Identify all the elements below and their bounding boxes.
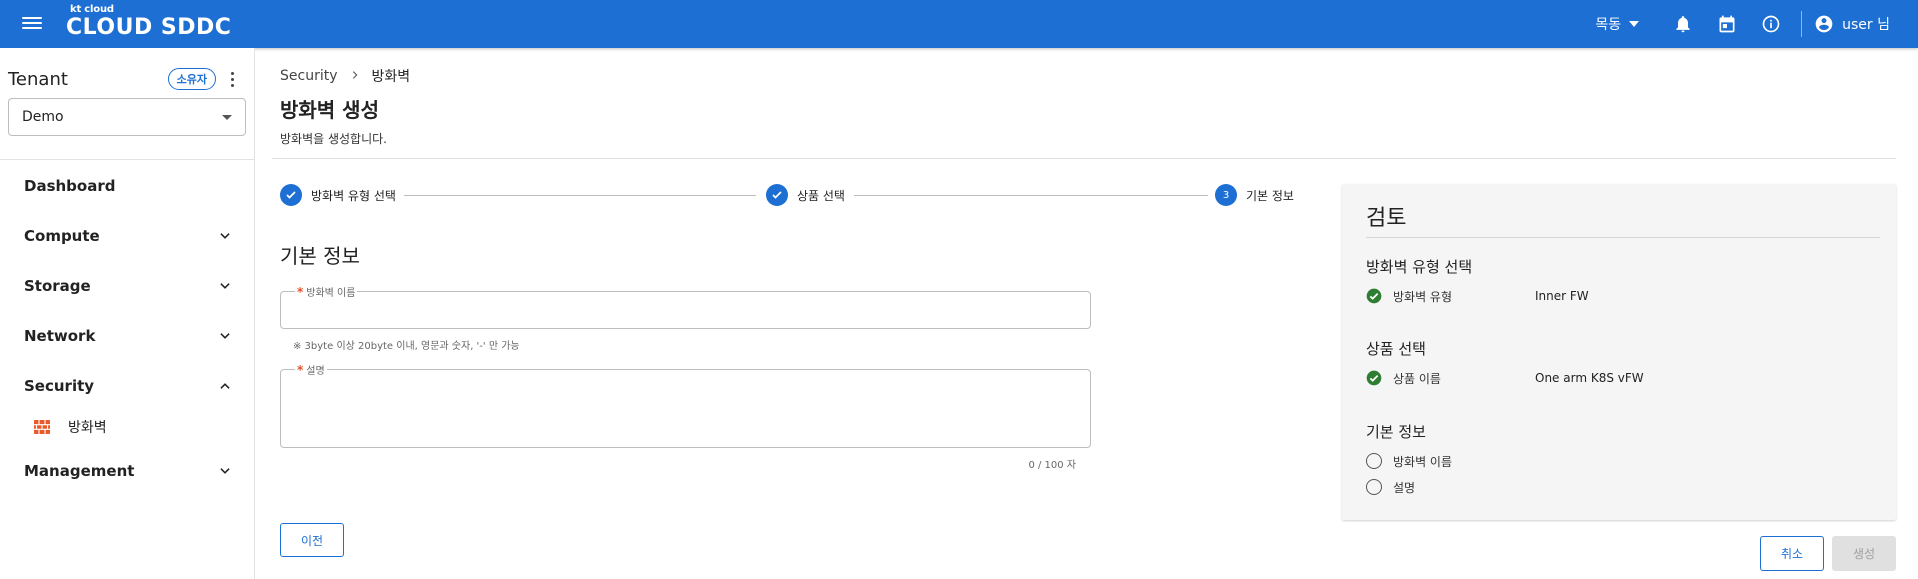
review-key: 방화벽 유형	[1393, 289, 1453, 304]
step-label: 상품 선택	[797, 188, 845, 203]
firewall-name-field: * 방화벽 이름	[280, 284, 1091, 329]
form-section-title: 기본 정보	[280, 244, 360, 268]
caret-down-icon	[222, 114, 232, 120]
sidebar-divider	[0, 159, 255, 160]
description-input[interactable]	[281, 370, 1090, 447]
sidebar-item-label: Dashboard	[24, 177, 116, 195]
step-label: 방화벽 유형 선택	[311, 188, 396, 203]
review-row: 방화벽 유형 Inner FW	[1366, 287, 1589, 305]
check-circle-icon	[1366, 288, 1382, 304]
sidebar-item-label: Storage	[24, 277, 91, 295]
review-section-title: 기본 정보	[1366, 423, 1426, 441]
sidebar-item-security[interactable]: Security	[24, 374, 232, 398]
owner-badge: 소유자	[167, 68, 216, 90]
check-icon	[766, 184, 788, 206]
sidebar-item-network[interactable]: Network	[24, 324, 232, 348]
review-row: 방화벽 이름	[1366, 452, 1535, 470]
review-row: 상품 이름 One arm K8S vFW	[1366, 369, 1644, 387]
tenant-title: Tenant	[8, 68, 68, 90]
review-section-title: 방화벽 유형 선택	[1366, 258, 1473, 276]
description-label: 설명	[306, 366, 325, 377]
sidebar-subitem-firewall[interactable]: 방화벽	[34, 416, 107, 438]
page-title: 방화벽 생성	[280, 98, 379, 122]
tenant-select-value: Demo	[22, 109, 64, 125]
sidebar-item-label: Compute	[24, 227, 100, 245]
review-row: 설명	[1366, 478, 1535, 496]
region-label: 목동	[1595, 17, 1622, 33]
more-vert-icon[interactable]	[224, 68, 240, 90]
sidebar-item-storage[interactable]: Storage	[24, 274, 232, 298]
step-firewall-type: 방화벽 유형 선택	[280, 184, 396, 206]
bell-icon[interactable]	[1671, 12, 1695, 36]
cancel-button[interactable]: 취소	[1760, 536, 1824, 571]
chevron-down-icon	[220, 233, 230, 239]
chevron-up-icon	[220, 383, 230, 389]
empty-circle-icon	[1366, 479, 1382, 495]
account-circle-icon	[1815, 15, 1833, 33]
caret-down-icon	[1629, 21, 1640, 27]
chevron-down-icon	[220, 468, 230, 474]
review-key: 방화벽 이름	[1393, 454, 1453, 469]
empty-circle-icon	[1366, 453, 1382, 469]
sidebar: Tenant 소유자 Demo Dashboard Compute Storag…	[0, 48, 255, 579]
menu-icon[interactable]	[22, 14, 42, 34]
region-selector[interactable]: 목동	[1595, 14, 1640, 34]
review-divider	[1366, 237, 1880, 238]
breadcrumb-security-link[interactable]: Security	[280, 68, 338, 84]
step-product: 상품 선택	[766, 184, 845, 206]
create-button[interactable]: 생성	[1832, 536, 1896, 571]
step-number: 3	[1215, 184, 1237, 206]
step-connector	[854, 195, 1208, 196]
required-mark: *	[297, 284, 304, 299]
review-value: Inner FW	[1535, 289, 1589, 303]
sidebar-subitem-label: 방화벽	[68, 420, 107, 436]
breadcrumb-current: 방화벽	[371, 69, 411, 85]
prev-button[interactable]: 이전	[280, 523, 344, 557]
tenant-select[interactable]: Demo	[8, 98, 246, 136]
check-circle-icon	[1366, 370, 1382, 386]
required-mark: *	[297, 362, 304, 377]
review-value: One arm K8S vFW	[1535, 371, 1644, 385]
description-field: * 설명	[280, 362, 1091, 448]
chevron-right-icon	[350, 68, 360, 84]
chevron-down-icon	[220, 283, 230, 289]
sidebar-item-dashboard[interactable]: Dashboard	[24, 174, 232, 198]
check-icon	[280, 184, 302, 206]
top-app-bar: kt cloud CLOUD SDDC 목동 user 님	[0, 0, 1918, 48]
review-key: 설명	[1393, 480, 1416, 495]
header-divider	[272, 158, 1896, 159]
page-description: 방화벽을 생성합니다.	[280, 132, 387, 146]
sidebar-item-management[interactable]: Management	[24, 459, 232, 483]
step-connector	[404, 195, 756, 196]
step-basic-info: 3 기본 정보	[1215, 184, 1294, 206]
sidebar-item-compute[interactable]: Compute	[24, 224, 232, 248]
firewall-icon	[34, 420, 50, 434]
calendar-icon[interactable]	[1715, 12, 1739, 36]
chevron-down-icon	[220, 333, 230, 339]
logo-brand-text: kt cloud	[70, 4, 114, 15]
step-label: 기본 정보	[1246, 188, 1294, 203]
user-name: user 님	[1842, 17, 1890, 33]
review-section-title: 상품 선택	[1366, 340, 1426, 358]
sidebar-item-label: Management	[24, 462, 135, 480]
firewall-name-hint: ※ 3byte 이상 20byte 이내, 영문과 숫자, '-' 만 가능	[293, 341, 520, 352]
breadcrumb: Security 방화벽	[280, 66, 410, 86]
review-panel: 검토 방화벽 유형 선택 방화벽 유형 Inner FW 상품 선택 상품 이름…	[1342, 184, 1896, 520]
description-char-counter: 0 / 100 자	[1028, 460, 1076, 471]
review-key: 상품 이름	[1393, 371, 1441, 386]
logo-product-text: CLOUD SDDC	[66, 15, 232, 40]
user-menu[interactable]: user 님	[1814, 14, 1890, 34]
firewall-name-input[interactable]	[281, 292, 1090, 328]
firewall-name-label: 방화벽 이름	[306, 288, 356, 299]
sidebar-item-label: Security	[24, 377, 95, 395]
top-bar-divider	[1801, 11, 1803, 37]
review-title: 검토	[1366, 206, 1407, 231]
info-icon[interactable]	[1759, 12, 1783, 36]
sidebar-item-label: Network	[24, 327, 96, 345]
app-logo[interactable]: kt cloud CLOUD SDDC	[64, 4, 234, 42]
